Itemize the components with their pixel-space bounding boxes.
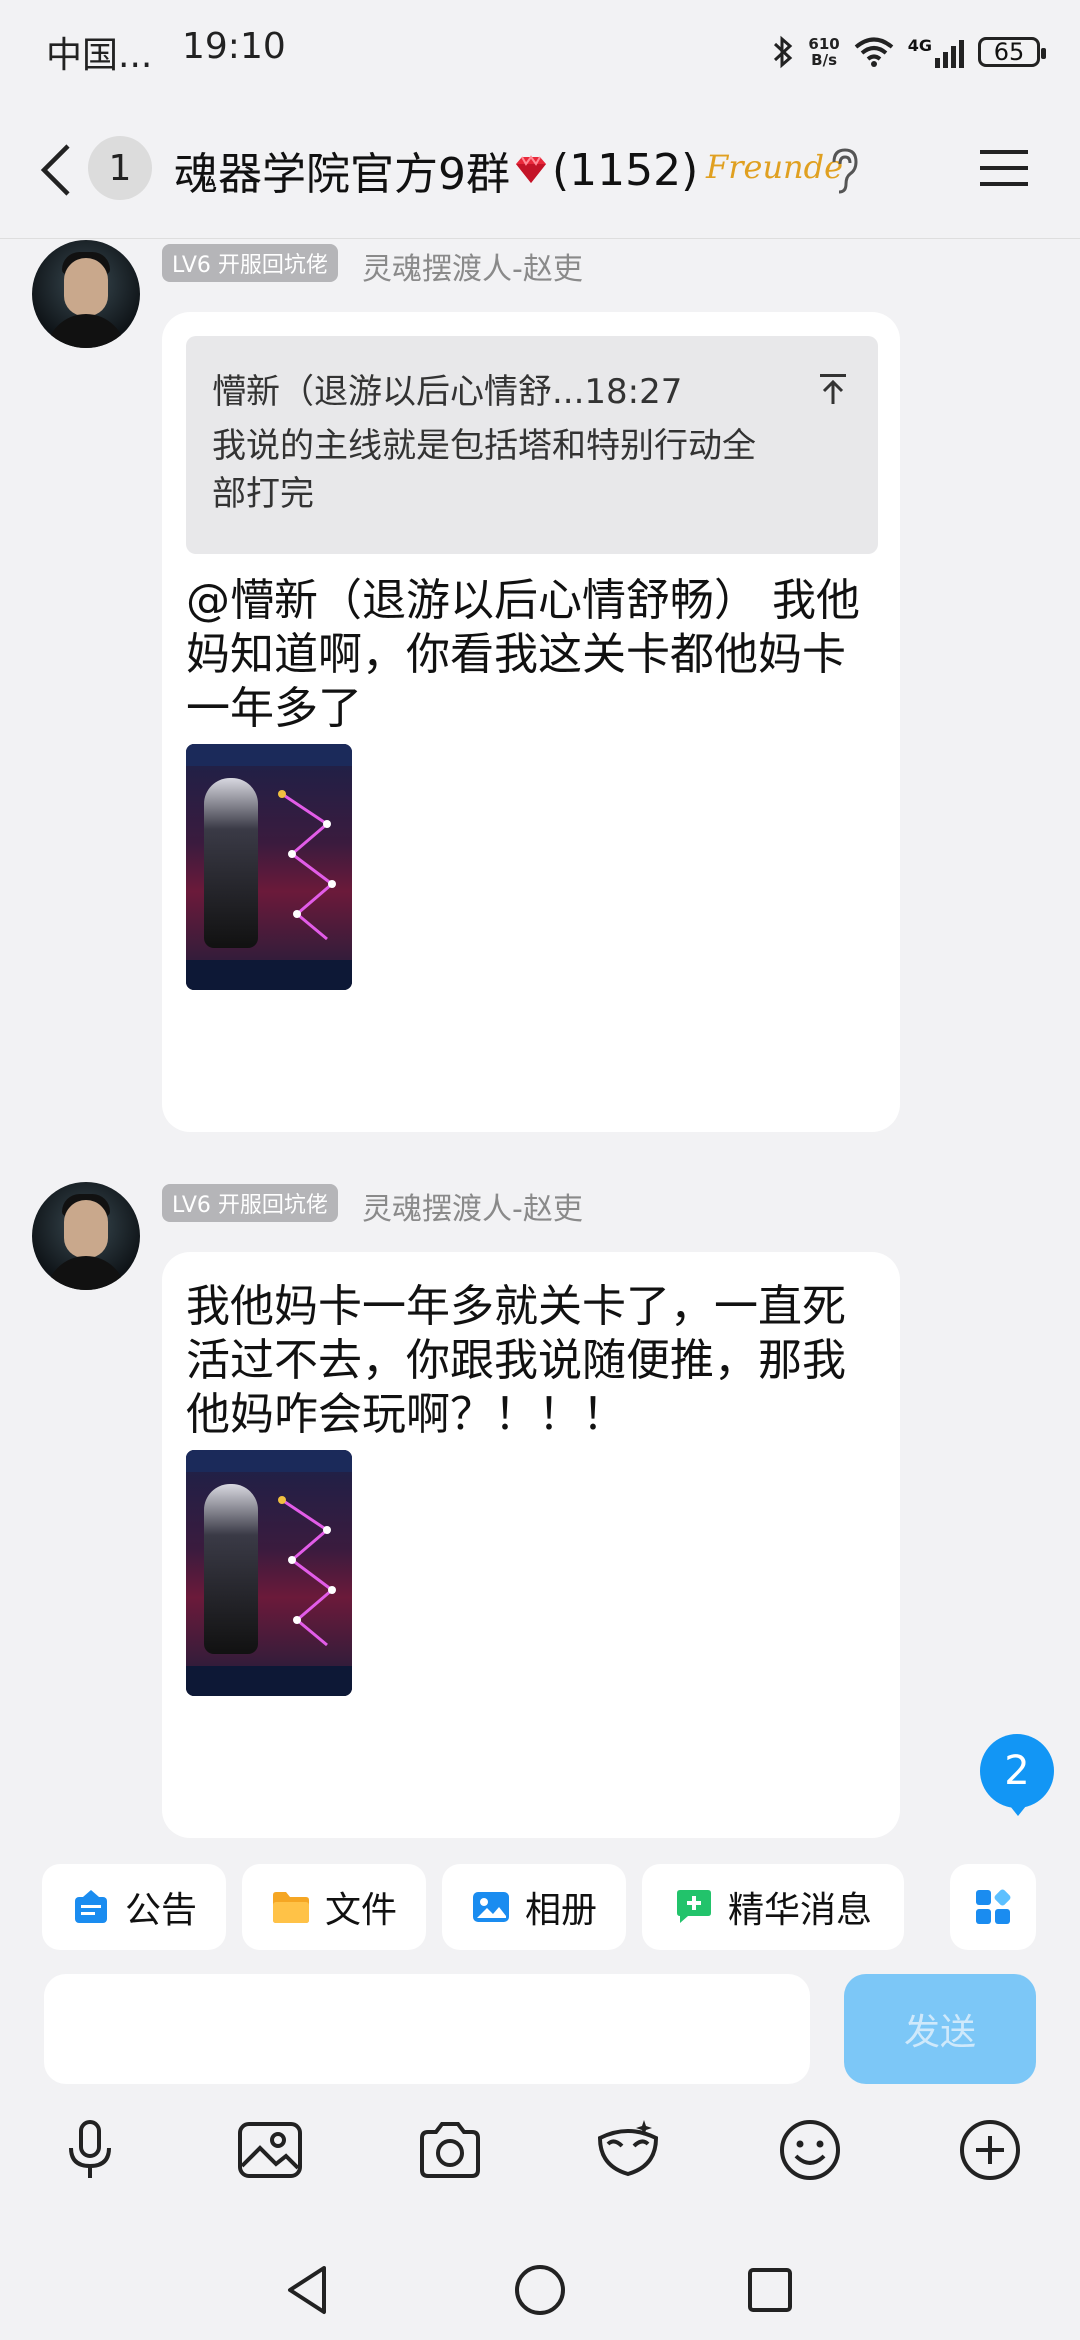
- message-text-line: 他妈咋会玩啊？！！！: [186, 1389, 626, 1440]
- member-count: (1152): [552, 144, 699, 196]
- quoted-reply[interactable]: 懵新（退游以后心情舒...18:27 我说的主线就是包括塔和特别行动全 部打完: [186, 336, 878, 554]
- wifi-icon: [854, 37, 894, 67]
- bluetooth-icon: [774, 35, 793, 69]
- featured-messages-icon: [676, 1890, 711, 1923]
- cellular-signal: 4G: [908, 36, 964, 68]
- avatar[interactable]: [32, 240, 140, 348]
- chat-header: 1 魂器学院官方9群 (1152) Freunde: [0, 100, 1080, 239]
- message-text-line: 一年多了: [186, 683, 362, 734]
- album-icon: [472, 1892, 509, 1922]
- clock: 19:10: [182, 26, 286, 67]
- carrier-label: 中国...: [46, 35, 153, 76]
- level-tag: LV6 开服回坑佬: [162, 244, 338, 282]
- quote-text-line: 我说的主线就是包括塔和特别行动全: [212, 426, 756, 466]
- mask-sticker-icon[interactable]: [594, 2116, 662, 2184]
- diamond-icon: [516, 155, 546, 183]
- message-text-line: 活过不去，你跟我说随便推，那我: [186, 1335, 846, 1386]
- new-message-badge[interactable]: 2: [980, 1734, 1054, 1816]
- avatar[interactable]: [32, 1182, 140, 1290]
- message-bubble[interactable]: 懵新（退游以后心情舒...18:27 我说的主线就是包括塔和特别行动全 部打完 …: [162, 312, 900, 1132]
- image-thumbnail[interactable]: [186, 744, 352, 990]
- system-nav-bar: [0, 2236, 1080, 2340]
- camera-icon[interactable]: [416, 2116, 484, 2184]
- quote-text-line: 部打完: [212, 474, 314, 514]
- message-text-line: 我他妈卡一年多就关卡了，一直死: [186, 1281, 846, 1332]
- featured-messages-button[interactable]: 精华消息: [642, 1864, 904, 1950]
- more-apps-button[interactable]: [950, 1864, 1036, 1950]
- quick-actions-bar: 公告 文件 相册 精华消息: [0, 1844, 1080, 1960]
- level-tag: LV6 开服回坑佬: [162, 1184, 338, 1222]
- message-text-line: @懵新（退游以后心情舒畅） 我他: [186, 575, 860, 626]
- apps-grid-icon: [976, 1889, 1011, 1924]
- message-text-line: 妈知道啊，你看我这关卡都他妈卡: [186, 629, 846, 680]
- back-icon[interactable]: [36, 140, 76, 200]
- status-icons: 610 B/s 4G 65: [772, 30, 1046, 74]
- quote-header: 懵新（退游以后心情舒...18:27: [212, 372, 683, 412]
- plus-icon[interactable]: [956, 2116, 1024, 2184]
- menu-icon[interactable]: [978, 146, 1030, 190]
- message-input[interactable]: [44, 1974, 810, 2084]
- nav-home-icon[interactable]: [512, 2262, 568, 2318]
- announcement-icon: [74, 1890, 107, 1923]
- album-button[interactable]: 相册: [442, 1864, 626, 1950]
- status-bar: 中国... 19:10 610 B/s 4G 65: [0, 0, 1080, 100]
- image-thumbnail[interactable]: [186, 1450, 352, 1696]
- emoji-icon[interactable]: [776, 2116, 844, 2184]
- image-icon[interactable]: [236, 2116, 304, 2184]
- battery-indicator: 65: [978, 37, 1046, 67]
- microphone-icon[interactable]: [56, 2116, 124, 2184]
- nav-back-icon[interactable]: [284, 2264, 332, 2316]
- ear-icon[interactable]: [826, 146, 860, 196]
- group-name: 魂器学院官方9群: [174, 149, 510, 200]
- unread-count-badge[interactable]: 1: [88, 136, 152, 200]
- nav-recents-icon[interactable]: [746, 2266, 794, 2314]
- folder-icon: [272, 1892, 309, 1923]
- group-level-badge: Freunde: [706, 148, 844, 186]
- group-title[interactable]: 魂器学院官方9群 (1152): [174, 138, 698, 202]
- message-bubble[interactable]: 我他妈卡一年多就关卡了，一直死 活过不去，你跟我说随便推，那我 他妈咋会玩啊？！…: [162, 1252, 900, 1838]
- sender-name[interactable]: 灵魂摆渡人-赵吏: [362, 244, 583, 288]
- files-button[interactable]: 文件: [242, 1864, 426, 1950]
- net-speed: 610 B/s: [808, 35, 840, 69]
- jump-to-original-icon[interactable]: [818, 372, 848, 406]
- send-button[interactable]: 发送: [844, 1974, 1036, 2084]
- sender-name[interactable]: 灵魂摆渡人-赵吏: [362, 1184, 583, 1228]
- announcement-button[interactable]: 公告: [42, 1864, 226, 1950]
